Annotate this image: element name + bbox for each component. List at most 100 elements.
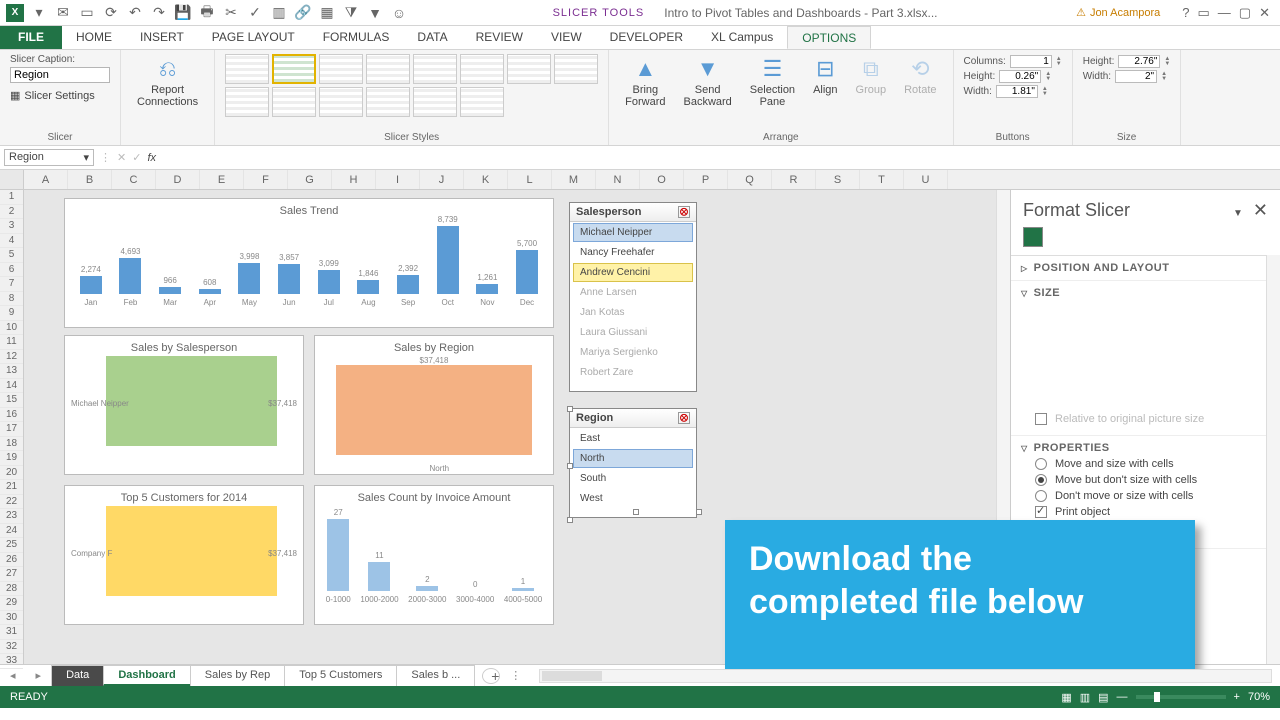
col-header[interactable]: O [640, 170, 684, 189]
chart-sales-trend[interactable]: Sales Trend2,274Jan4,693Feb966Mar608Apr3… [64, 198, 554, 328]
col-header[interactable]: I [376, 170, 420, 189]
slicer-item[interactable]: North [573, 449, 693, 468]
row-header[interactable]: 17 [0, 422, 23, 437]
col-header[interactable]: U [904, 170, 948, 189]
confirm-icon[interactable]: ✓ [132, 151, 141, 164]
radio-move-nosize[interactable] [1035, 474, 1047, 486]
style-swatch[interactable] [225, 87, 269, 117]
col-header[interactable]: H [332, 170, 376, 189]
help-icon[interactable]: ? [1182, 5, 1189, 21]
col-header[interactable]: E [200, 170, 244, 189]
columns-input[interactable] [1010, 55, 1052, 68]
slicer-item[interactable]: Andrew Cencini [573, 263, 693, 282]
col-header[interactable]: D [156, 170, 200, 189]
tab-file[interactable]: FILE [0, 26, 62, 49]
col-header[interactable]: G [288, 170, 332, 189]
row-header[interactable]: 26 [0, 553, 23, 568]
view-normal-icon[interactable]: ▦ [1061, 691, 1071, 704]
close-icon[interactable]: ✕ [1259, 5, 1270, 21]
row-header[interactable]: 15 [0, 393, 23, 408]
slicer-item[interactable]: South [573, 469, 693, 488]
tab-nav-prev[interactable]: ◂ [0, 669, 26, 682]
col-header[interactable]: N [596, 170, 640, 189]
funnel-icon[interactable]: ▼ [366, 4, 384, 22]
slicer-icon[interactable] [1023, 227, 1043, 247]
row-header[interactable]: 33 [0, 654, 23, 669]
col-header[interactable]: A [24, 170, 68, 189]
chart-sales-region[interactable]: Sales by Region$37,418North [314, 335, 554, 475]
zoom-out[interactable]: — [1117, 691, 1128, 703]
row-header[interactable]: 32 [0, 640, 23, 655]
tab-data[interactable]: DATA [403, 26, 461, 49]
send-backward-button[interactable]: ▼Send Backward [678, 54, 738, 110]
row-header[interactable]: 13 [0, 364, 23, 379]
slicer-salesperson[interactable]: Salesperson⨂Michael NeipperNancy Freehaf… [569, 202, 697, 392]
chart-sales-count[interactable]: Sales Count by Invoice Amount270-1000111… [314, 485, 554, 625]
style-swatch[interactable] [225, 54, 269, 84]
slicer-item[interactable]: Michael Neipper [573, 223, 693, 242]
emoji-icon[interactable]: ☺ [390, 4, 408, 22]
col-header[interactable]: R [772, 170, 816, 189]
style-swatch[interactable] [319, 54, 363, 84]
spinner-icon[interactable]: ▲▼ [1056, 57, 1062, 67]
row-header[interactable]: 6 [0, 263, 23, 278]
radio-move-size[interactable] [1035, 458, 1047, 470]
row-header[interactable]: 22 [0, 495, 23, 510]
taskpane-scrollbar[interactable] [1266, 255, 1280, 664]
chart-sales-salesperson[interactable]: Sales by SalespersonMichael Neipper$37,4… [64, 335, 304, 475]
row-header[interactable]: 3 [0, 219, 23, 234]
user-label[interactable]: ⚠ Jon Acampora [1076, 6, 1160, 19]
col-header[interactable]: K [464, 170, 508, 189]
row-header[interactable]: 1 [0, 190, 23, 205]
fx-icon[interactable]: fx [147, 152, 156, 164]
row-header[interactable]: 11 [0, 335, 23, 350]
slicer-item[interactable]: Jan Kotas [573, 303, 693, 322]
row-header[interactable]: 24 [0, 524, 23, 539]
view-break-icon[interactable]: ▤ [1098, 691, 1108, 704]
slicer-item[interactable]: Anne Larsen [573, 283, 693, 302]
row-header[interactable]: 8 [0, 292, 23, 307]
style-swatch[interactable] [272, 87, 316, 117]
size-width-input[interactable] [1115, 70, 1157, 83]
report-connections-button[interactable]: ⎌ Report Connections [131, 54, 204, 110]
col-header[interactable]: C [112, 170, 156, 189]
spinner-icon[interactable]: ▲▼ [1164, 57, 1170, 67]
pivot-icon[interactable]: ▦ [318, 4, 336, 22]
undo-icon[interactable]: ↶ [126, 4, 144, 22]
row-header[interactable]: 21 [0, 480, 23, 495]
tab-options[interactable]: OPTIONS [787, 26, 871, 49]
row-header[interactable]: 30 [0, 611, 23, 626]
spell-icon[interactable]: ✓ [246, 4, 264, 22]
maximize-icon[interactable]: ▢ [1239, 5, 1251, 21]
check-print[interactable] [1035, 506, 1047, 518]
slicer-item[interactable]: West [573, 489, 693, 508]
spinner-icon[interactable]: ▲▼ [1161, 72, 1167, 82]
size-height-input[interactable] [1118, 55, 1160, 68]
btn-width-input[interactable] [996, 85, 1038, 98]
mail-icon[interactable]: ✉ [54, 4, 72, 22]
cancel-icon[interactable]: ✕ [117, 151, 126, 164]
slicer-styles-gallery[interactable] [225, 54, 598, 117]
row-header[interactable]: 9 [0, 306, 23, 321]
col-header[interactable]: F [244, 170, 288, 189]
row-header[interactable]: 18 [0, 437, 23, 452]
filter-icon[interactable]: ⧩ [342, 4, 360, 22]
qat-dropdown[interactable]: ▾ [30, 4, 48, 22]
selection-pane-button[interactable]: ☰Selection Pane [744, 54, 801, 110]
row-header[interactable]: 27 [0, 567, 23, 582]
col-header[interactable]: B [68, 170, 112, 189]
slicer-region[interactable]: Region⨂EastNorthSouthWest [569, 408, 697, 518]
link-icon[interactable]: 🔗 [294, 4, 312, 22]
section-size[interactable]: ▽SIZE [1021, 287, 1256, 299]
col-header[interactable]: S [816, 170, 860, 189]
row-header[interactable]: 23 [0, 509, 23, 524]
col-header[interactable]: M [552, 170, 596, 189]
slicer-item[interactable]: Robert Zare [573, 363, 693, 382]
slicer-item[interactable]: Nancy Freehafer [573, 243, 693, 262]
row-header[interactable]: 4 [0, 234, 23, 249]
style-swatch[interactable] [460, 54, 504, 84]
zoom-slider[interactable] [1136, 695, 1226, 699]
spinner-icon[interactable]: ▲▼ [1045, 72, 1051, 82]
row-header[interactable]: 16 [0, 408, 23, 423]
row-header[interactable]: 19 [0, 451, 23, 466]
